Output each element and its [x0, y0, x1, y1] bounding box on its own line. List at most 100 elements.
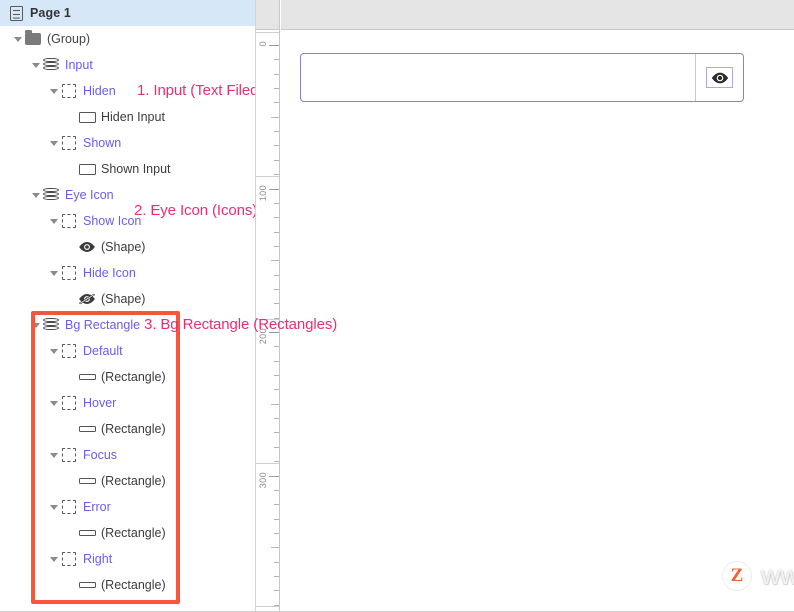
- layer-row[interactable]: (Rectangle): [0, 416, 255, 442]
- stack-icon: [41, 312, 61, 338]
- ruler-label: 0: [258, 41, 268, 47]
- layer-label: Input: [65, 58, 93, 72]
- layer-label: Shown Input: [101, 162, 171, 176]
- dashed-square-icon: [59, 442, 79, 468]
- layer-row[interactable]: Default: [0, 338, 255, 364]
- chevron-down-icon[interactable]: [48, 494, 59, 520]
- annotation-bg-rectangle: 3. Bg Rectangle (Rectangles): [144, 316, 338, 333]
- ruler-tick: [274, 145, 279, 146]
- eye-icon-selection[interactable]: [706, 67, 733, 88]
- ruler-label: 300: [258, 472, 268, 489]
- layer-row[interactable]: Right: [0, 546, 255, 572]
- layer-label: Hide Icon: [83, 266, 136, 280]
- chevron-down-icon[interactable]: [48, 208, 59, 234]
- text-input-area[interactable]: [301, 54, 696, 101]
- ruler-tick: [274, 217, 279, 218]
- chevron-down-icon[interactable]: [48, 390, 59, 416]
- layer-label: Focus: [83, 448, 118, 462]
- layer-row[interactable]: (Rectangle): [0, 468, 255, 494]
- ruler-tick: [274, 174, 279, 175]
- document-icon: [10, 5, 23, 21]
- ruler-tick: [269, 189, 279, 190]
- layer-row[interactable]: Hiden Input: [0, 104, 255, 130]
- dashed-square-icon: [59, 208, 79, 234]
- chevron-down-icon[interactable]: [30, 52, 41, 78]
- ruler-tick: [274, 519, 279, 520]
- ruler-tick: [274, 203, 279, 204]
- layer-row[interactable]: Hide Icon: [0, 260, 255, 286]
- chevron-down-icon[interactable]: [48, 338, 59, 364]
- ruler-tick: [274, 375, 279, 376]
- ruler-corner: [256, 0, 279, 30]
- vertical-ruler[interactable]: 0100200300400: [256, 0, 280, 612]
- ruler-section-divider: [256, 463, 279, 464]
- page-row[interactable]: Page 1: [0, 0, 255, 26]
- chevron-down-icon[interactable]: [48, 78, 59, 104]
- ruler-tick: [271, 117, 279, 118]
- ruler-tick: [271, 404, 279, 405]
- layer-row[interactable]: Input: [0, 52, 255, 78]
- chevron-down-icon[interactable]: [12, 26, 23, 52]
- dashed-square-icon: [59, 78, 79, 104]
- thin-rectangle-icon: [77, 520, 97, 546]
- ruler-tick: [274, 246, 279, 247]
- dashed-square-icon: [59, 546, 79, 572]
- layer-row[interactable]: (Rectangle): [0, 364, 255, 390]
- ruler-tick: [274, 576, 279, 577]
- layer-row[interactable]: Shown: [0, 130, 255, 156]
- layer-label: Shown: [83, 136, 122, 150]
- dashed-square-icon: [59, 130, 79, 156]
- eye-icon: [711, 72, 728, 83]
- layer-row[interactable]: (Shape): [0, 286, 255, 312]
- watermark-logo: Z: [722, 560, 752, 591]
- ruler-tick: [274, 74, 279, 75]
- thin-rectangle-icon: [77, 468, 97, 494]
- layer-row[interactable]: Shown Input: [0, 156, 255, 182]
- annotation-input: 1. Input (Text Fileds): [137, 82, 255, 99]
- dashed-square-icon: [59, 390, 79, 416]
- chevron-down-icon[interactable]: [48, 130, 59, 156]
- chevron-down-icon[interactable]: [48, 260, 59, 286]
- layer-label: Hiden Input: [101, 110, 165, 124]
- layer-label: Hiden: [83, 84, 116, 98]
- dashed-square-icon: [59, 494, 79, 520]
- ruler-tick: [274, 346, 279, 347]
- layer-row[interactable]: Hover: [0, 390, 255, 416]
- canvas[interactable]: Z www.MacZ.com: [281, 0, 794, 612]
- layer-label: (Rectangle): [101, 370, 166, 384]
- ruler-tick: [274, 461, 279, 462]
- layer-row[interactable]: Error: [0, 494, 255, 520]
- layer-label: Bg Rectangle: [65, 318, 141, 332]
- chevron-down-icon[interactable]: [48, 442, 59, 468]
- ruler-tick: [274, 232, 279, 233]
- input-field-artboard[interactable]: [300, 53, 744, 102]
- ruler-tick: [274, 447, 279, 448]
- ruler-section-divider: [256, 606, 279, 607]
- ruler-label: 100: [258, 185, 268, 202]
- stack-icon: [41, 182, 61, 208]
- layer-label: Default: [83, 344, 123, 358]
- layer-row[interactable]: (Rectangle): [0, 520, 255, 546]
- ruler-tick: [274, 432, 279, 433]
- ruler-section-divider: [256, 176, 279, 177]
- ruler-tick: [269, 45, 279, 46]
- layer-label: Show Icon: [83, 214, 142, 228]
- eye-icon: [77, 234, 97, 260]
- layer-row[interactable]: (Shape): [0, 234, 255, 260]
- layer-row[interactable]: Focus: [0, 442, 255, 468]
- eye-icon-area[interactable]: [696, 54, 743, 101]
- layer-label: (Group): [47, 32, 91, 46]
- page-title: Page 1: [30, 6, 71, 20]
- canvas-topbar: [281, 0, 794, 30]
- ruler-tick: [274, 59, 279, 60]
- ruler-tick: [274, 533, 279, 534]
- dashed-square-icon: [59, 260, 79, 286]
- layer-row[interactable]: (Rectangle): [0, 572, 255, 598]
- ruler-tick: [274, 289, 279, 290]
- app-window: Page 1 (Group) Input Hiden Hiden Input Shown…: [0, 0, 794, 612]
- chevron-down-icon[interactable]: [30, 312, 41, 338]
- layer-row[interactable]: (Group): [0, 26, 255, 52]
- chevron-down-icon[interactable]: [30, 182, 41, 208]
- chevron-down-icon[interactable]: [48, 546, 59, 572]
- watermark: Z www.MacZ.com: [722, 560, 794, 591]
